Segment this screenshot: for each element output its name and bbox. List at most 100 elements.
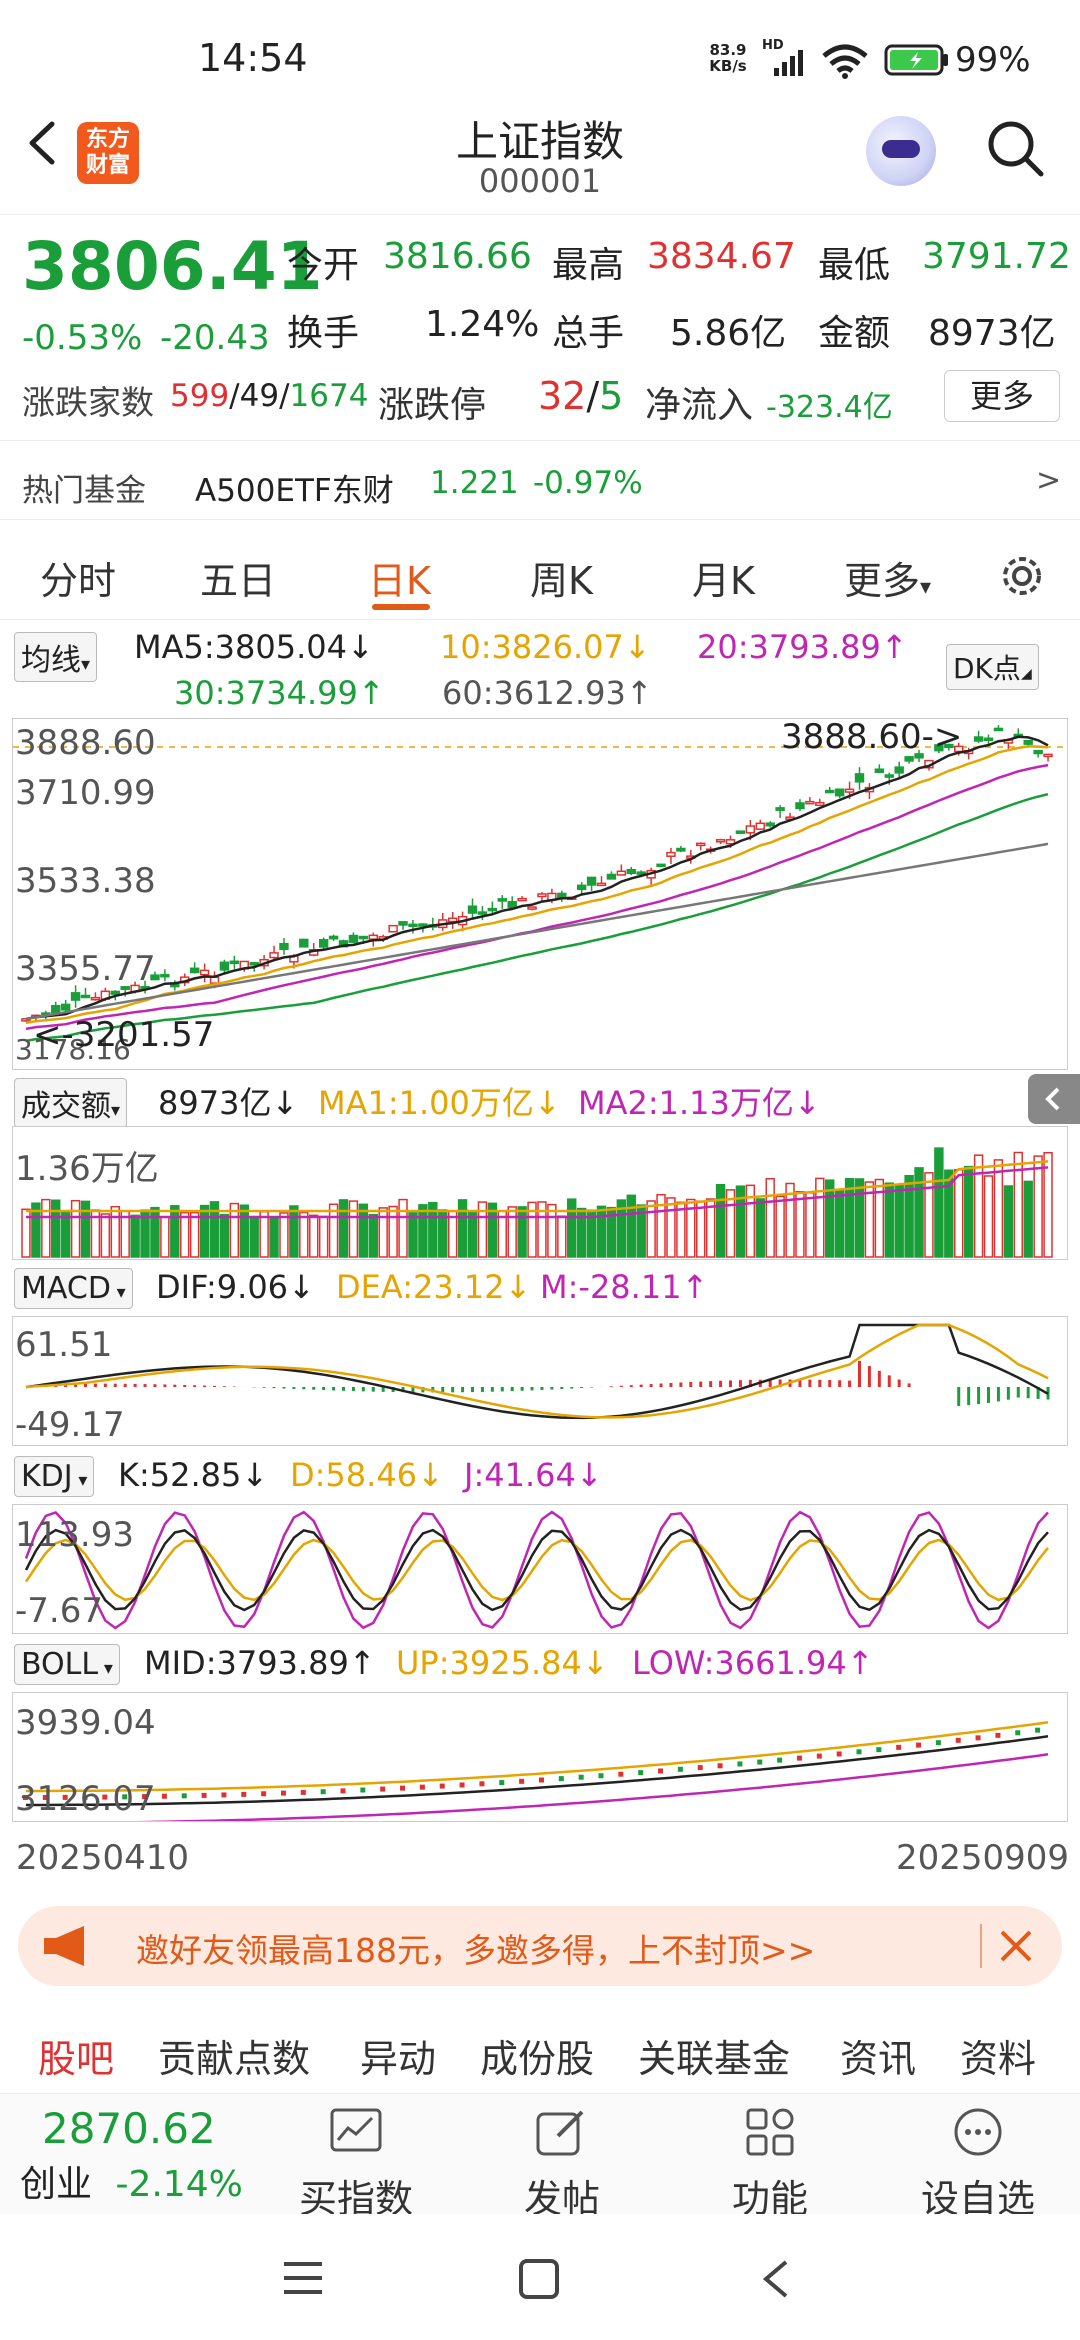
tab-constituents[interactable]: 成份股 [480,2028,594,2083]
ma20-label: 20:3793.89 [697,628,881,666]
boll-low: LOW:3661.94↑ [632,1644,874,1682]
ma30-line [25,792,1049,1043]
kdj-canvas [24,1510,1049,1630]
dk-point-button[interactable]: DK点◢ [946,644,1039,690]
close-icon[interactable] [998,1928,1034,1964]
volume-bar [993,1159,1004,1258]
kline-chart[interactable]: 3888.60 3710.99 3533.38 3355.77 3178.16 … [12,718,1068,1070]
boll-canvas [22,1721,1049,1821]
candle-body [596,882,607,887]
kdj-selector[interactable]: KDJ ▾ [14,1456,95,1497]
home-icon[interactable] [518,2258,560,2300]
menu-icon[interactable] [282,2260,324,2296]
assistant-robot-icon[interactable] [866,116,936,186]
date-end: 20250909 [896,1838,1070,1878]
more-button[interactable]: 更多 [944,370,1060,422]
ma60-line [25,842,1049,1021]
breadth-flat: 49 [239,378,280,414]
tab-guba[interactable]: 股吧 [38,2028,114,2083]
settings-button[interactable] [996,550,1048,602]
tab-movement[interactable]: 异动 [360,2028,436,2083]
back-nav-icon[interactable] [758,2258,794,2300]
tab-five-day[interactable]: 五日 [200,550,276,605]
functions-button[interactable]: 功能 [690,2106,850,2223]
kdj-j: J:41.64↓ [464,1456,603,1494]
limit-values: 32/5 [538,374,624,418]
breadth-label: 涨跌家数 [22,383,154,422]
battery-icon [884,44,948,76]
boll-candle [400,1785,406,1791]
tab-weekly-k[interactable]: 周K [530,550,593,605]
volume-bar [368,1213,378,1258]
candle-body [606,873,617,880]
boll-candle [538,1777,544,1783]
macd-dea: DEA:23.12↓ [336,1268,532,1306]
tab-daily-k[interactable]: 日K [368,550,431,605]
limit-down: 5 [599,374,624,418]
tab-profile[interactable]: 资料 [960,2028,1036,2083]
search-button[interactable] [985,118,1045,178]
add-watchlist-button[interactable]: 设自选 [898,2106,1058,2223]
kdj-j-label: J:41.64 [464,1456,576,1494]
boll-mid-label: MID:3793.89 [144,1644,349,1682]
tab-contribution[interactable]: 贡献点数 [158,2028,310,2083]
candle-body [656,863,666,868]
macd-selector[interactable]: MACD ▾ [14,1268,133,1309]
boll-candle [201,1792,207,1798]
buy-index-button[interactable]: 买指数 [276,2106,436,2223]
volume-bar [130,1214,140,1258]
boll-candle [439,1783,445,1789]
volume-bar [100,1213,111,1258]
candle-body [805,800,815,805]
volume-bar [954,1169,964,1258]
candle-body [1023,739,1033,745]
volume-bar [1013,1151,1023,1258]
invite-banner[interactable]: 邀好友领最高188元，多邀多得，上不封顶>> [18,1906,1062,1986]
boll-candle [181,1793,187,1799]
candle-body [408,923,418,928]
volume-bar [110,1205,120,1258]
tab-monthly-k[interactable]: 月K [692,550,755,605]
candle-body [775,807,785,811]
hot-fund-row[interactable]: 热门基金 A500ETF东财 1.221 -0.97% > [0,440,1080,520]
candle-body [209,976,220,984]
volume-bar [249,1215,259,1258]
volume-bar [160,1216,170,1258]
volume-bar [517,1206,527,1258]
boll-candle [459,1782,465,1788]
tab-related-funds[interactable]: 关联基金 [638,2028,790,2083]
boll-selector-label: BOLL [21,1647,99,1682]
boll-legend: BOLL ▾ MID:3793.89↑ UP:3925.84↓ LOW:3661… [0,1640,1080,1690]
chinext-ticker[interactable]: 2870.62 创业 -2.14% [20,2104,260,2207]
candle-body [527,906,537,910]
boll-candle [558,1776,564,1782]
kline-max-marker: 3888.60-> [781,718,963,757]
tab-more[interactable]: 更多▾ [844,550,931,605]
macd-selector-label: MACD [21,1271,111,1306]
candle-body [497,898,507,902]
candle-body [507,900,517,909]
candle-body [626,868,636,875]
tab-intraday[interactable]: 分时 [40,550,116,605]
breadth-down: 1674 [289,378,369,414]
ma10-value: 10:3826.07↓ [440,628,651,666]
side-panel-toggle[interactable] [1028,1074,1080,1124]
boll-selector[interactable]: BOLL ▾ [14,1644,120,1685]
date-start: 20250410 [16,1838,190,1878]
volume-selector[interactable]: 成交额▾ [14,1078,128,1128]
volume-bar [309,1214,319,1258]
tab-news[interactable]: 资讯 [840,2028,916,2083]
ma-selector[interactable]: 均线▾ [14,632,98,682]
macd-dea-label: DEA:23.12 [336,1268,505,1306]
breadth-up: 599 [170,378,230,414]
boll-candle [638,1770,644,1776]
post-button[interactable]: 发帖 [482,2106,642,2223]
macd-dif: DIF:9.06↓ [156,1268,315,1306]
candle-body [973,736,984,742]
edit-icon [536,2110,584,2156]
volume-bar [775,1195,785,1258]
boll-candle [777,1757,783,1763]
volume-bar [646,1200,656,1258]
candle-body [676,847,686,852]
volume-bar [1023,1180,1033,1258]
